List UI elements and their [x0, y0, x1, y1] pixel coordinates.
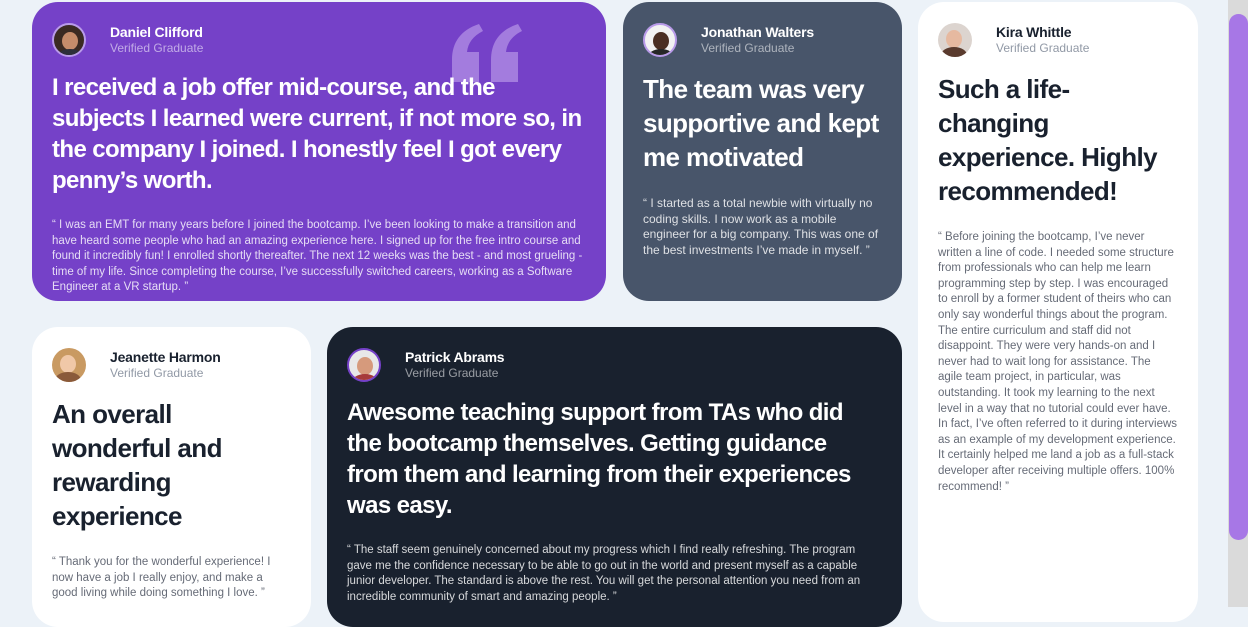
testimonial-card-jeanette: Jeanette Harmon Verified Graduate An ove… [32, 327, 311, 627]
testimonial-title: An overall wonderful and rewarding exper… [52, 399, 222, 531]
author-name: Jonathan Walters [701, 23, 814, 40]
author-name: Daniel Clifford [110, 23, 203, 40]
scrollbar-thumb[interactable] [1229, 14, 1248, 540]
avatar [643, 23, 677, 57]
avatar [347, 348, 381, 382]
author-name: Jeanette Harmon [110, 348, 221, 365]
testimonial-header: Jeanette Harmon Verified Graduate [52, 347, 291, 383]
author-role: Verified Graduate [996, 41, 1090, 56]
testimonial-card-daniel: Daniel Clifford Verified Graduate I rece… [32, 2, 606, 301]
testimonial-card-jonathan: Jonathan Walters Verified Graduate The t… [623, 2, 902, 301]
testimonial-quote: “ I started as a total newbie with virtu… [643, 196, 879, 257]
author-role: Verified Graduate [701, 41, 795, 56]
testimonial-quote: “ Thank you for the wonderful experience… [52, 556, 271, 600]
testimonial-card-patrick: Patrick Abrams Verified Graduate Awesome… [327, 327, 902, 627]
testimonial-title: Such a life-changing experience. Highly … [938, 74, 1158, 206]
testimonial-title: Awesome teaching support from TAs who di… [347, 399, 851, 519]
testimonial-quote: “ The staff seem genuinely concerned abo… [347, 544, 861, 603]
testimonial-title: The team was very supportive and kept me… [643, 74, 879, 172]
avatar [938, 23, 972, 57]
testimonial-quote: “ I was an EMT for many years before I j… [52, 219, 583, 294]
avatar [52, 23, 86, 57]
avatar [52, 348, 86, 382]
author-role: Verified Graduate [110, 41, 204, 56]
testimonial-header: Kira Whittle Verified Graduate [938, 22, 1178, 58]
testimonial-header: Patrick Abrams Verified Graduate [347, 347, 882, 383]
author-role: Verified Graduate [405, 366, 499, 381]
author-name: Kira Whittle [996, 23, 1072, 40]
testimonial-quote: “ Before joining the bootcamp, I’ve neve… [938, 231, 1178, 493]
testimonial-title: I received a job offer mid-course, and t… [52, 74, 582, 194]
testimonial-card-kira: Kira Whittle Verified Graduate Such a li… [918, 2, 1198, 622]
author-name: Patrick Abrams [405, 348, 505, 365]
testimonial-header: Jonathan Walters Verified Graduate [643, 22, 882, 58]
author-role: Verified Graduate [110, 366, 204, 381]
